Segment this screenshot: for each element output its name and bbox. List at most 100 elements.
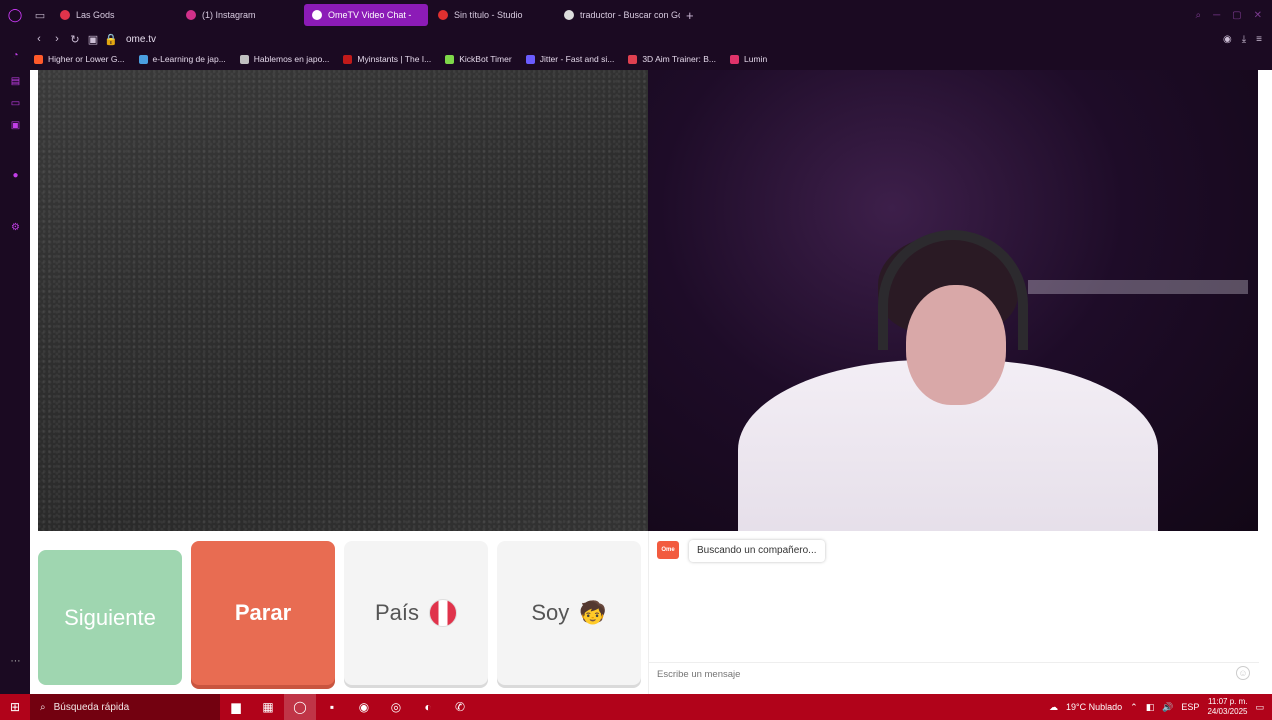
background-shelf	[1028, 280, 1248, 294]
bookmark-favicon	[525, 54, 535, 64]
emoji-icon[interactable]: ☺	[1236, 666, 1250, 680]
tab-favicon	[564, 10, 574, 20]
bookmark-label: e-Learning de jap...	[152, 54, 226, 64]
windows-taskbar: ⊞ ⌕ Búsqueda rápida ▆ ▦ ◯ ▪ ◉ ◎ ◐ ✆ ☁ 19°…	[0, 694, 1272, 720]
discord-icon[interactable]: ◐	[412, 694, 444, 720]
back-icon[interactable]: ‹	[30, 33, 48, 45]
bookmark-label: Myinstants | The I...	[357, 54, 432, 64]
bookmark-item[interactable]: KickBot Timer	[445, 54, 512, 64]
settings-icon[interactable]: ⚙	[10, 222, 21, 233]
opera-gx-taskbar-icon[interactable]: ◯	[284, 694, 316, 720]
profile-icon[interactable]: ◉	[1223, 34, 1232, 45]
tab-list-icon[interactable]: ▭	[30, 9, 50, 22]
messenger-icon[interactable]: ▭	[10, 98, 21, 109]
screen: ◯ ▭ Las Gods (1) Instagram OmeTV Video C…	[0, 0, 1272, 720]
bookmark-item[interactable]: Lumin	[730, 54, 767, 64]
clock-time: 11:07 p. m.	[1208, 697, 1248, 706]
tab-favicon	[60, 10, 70, 20]
whatsapp-icon[interactable]: ✆	[444, 694, 476, 720]
minimize-icon[interactable]: ─	[1213, 10, 1220, 21]
network-icon[interactable]: ◧	[1146, 702, 1155, 713]
bookmark-item[interactable]: Hablemos en japo...	[239, 54, 330, 64]
tab-bar: ◯ ▭ Las Gods (1) Instagram OmeTV Video C…	[0, 0, 1272, 30]
chevron-up-icon[interactable]: ⌃	[1130, 702, 1138, 713]
tab-studio[interactable]: Sin título - Studio	[430, 4, 554, 26]
browser-icon[interactable]: ◎	[380, 694, 412, 720]
volume-icon[interactable]: 🔊	[1162, 702, 1173, 713]
obs-icon[interactable]: ◉	[348, 694, 380, 720]
stop-button[interactable]: Parar	[191, 541, 335, 685]
next-label: Siguiente	[64, 604, 156, 630]
gender-label: Soy	[531, 600, 570, 625]
bookmark-item[interactable]: Higher or Lower G...	[34, 54, 125, 64]
taskbar-search[interactable]: ⌕ Búsqueda rápida	[30, 694, 220, 720]
chat-message-input[interactable]	[649, 662, 1259, 686]
peru-flag-icon	[429, 599, 458, 627]
gender-button[interactable]: Soy 🧒	[497, 541, 641, 685]
bookmark-item[interactable]: Myinstants | The I...	[343, 54, 431, 64]
tab-las-gods[interactable]: Las Gods	[52, 4, 176, 26]
new-tab-button[interactable]: +	[686, 8, 694, 23]
bookmark-item[interactable]: 3D Aim Trainer: B...	[628, 54, 716, 64]
chat-panel: Ome TV Buscando un compañero... ☺	[648, 531, 1259, 694]
bookmark-item[interactable]: Jitter - Fast and si...	[525, 54, 614, 64]
address-bar-actions: ◉ ⤓ ≡	[1223, 34, 1272, 45]
download-icon[interactable]: ⤓	[1242, 34, 1246, 45]
window-controls: ⌕ ─ ▢ ✕	[1195, 10, 1272, 21]
reload-icon[interactable]: ↻	[66, 33, 84, 46]
system-tray: ☁ 19°C Nublado ⌃ ◧ 🔊 ESP 11:07 p. m. 24/…	[1049, 697, 1272, 717]
search-icon[interactable]: ⌕	[1195, 10, 1201, 21]
bookmark-label: Hablemos en japo...	[253, 54, 330, 64]
menu-icon[interactable]: ≡	[1256, 34, 1262, 45]
tab-traductor[interactable]: traductor - Buscar con Go	[556, 4, 680, 26]
close-icon[interactable]: ✕	[1254, 10, 1262, 21]
search-icon: ⌕	[40, 701, 46, 713]
file-explorer-icon[interactable]: ▆	[220, 694, 252, 720]
player-icon[interactable]: ▣	[10, 120, 21, 131]
country-button[interactable]: País	[344, 541, 488, 685]
language-indicator[interactable]: ESP	[1181, 702, 1199, 712]
bookmark-label: KickBot Timer	[459, 54, 512, 64]
chat-status-message: Buscando un compañero...	[689, 540, 825, 562]
weather-text[interactable]: 19°C Nublado	[1066, 702, 1122, 712]
tab-ometv[interactable]: OmeTV Video Chat -	[304, 4, 428, 26]
bookmark-favicon	[138, 54, 148, 64]
workspace-icon[interactable]: ▤	[10, 76, 21, 87]
clock[interactable]: 11:07 p. m. 24/03/2025	[1207, 697, 1247, 717]
bookmark-favicon	[34, 54, 43, 64]
ometv-logo-icon: Ome TV	[657, 541, 679, 571]
url-field[interactable]: ome.tv	[126, 34, 156, 45]
boy-icon: 🧒	[579, 600, 607, 625]
camera-icon[interactable]: ▣	[84, 33, 102, 46]
bookmark-item[interactable]: e-Learning de jap...	[138, 54, 226, 64]
notification-icon[interactable]: ▭	[1255, 702, 1264, 713]
self-video	[648, 70, 1258, 531]
minecraft-icon[interactable]: ▦	[252, 694, 284, 720]
partner-video	[38, 70, 648, 531]
aria-icon[interactable]: ◔	[10, 50, 21, 61]
tab-label: (1) Instagram	[202, 10, 256, 20]
country-label: País	[374, 600, 420, 625]
bookmark-favicon	[628, 54, 638, 64]
maximize-icon[interactable]: ▢	[1232, 10, 1241, 21]
history-icon[interactable]: ●	[10, 170, 21, 181]
windows-start-icon[interactable]: ⊞	[0, 694, 30, 720]
tab-instagram[interactable]: (1) Instagram	[178, 4, 302, 26]
more-icon[interactable]: ⋯	[10, 656, 21, 667]
tab-label: OmeTV Video Chat -	[328, 10, 412, 20]
app-icon[interactable]: ▪	[316, 694, 348, 720]
stop-label: Parar	[234, 600, 292, 625]
forward-icon[interactable]: ›	[48, 33, 66, 45]
tab-favicon	[312, 10, 322, 20]
bookmark-favicon	[239, 54, 249, 64]
tab-label: Sin título - Studio	[454, 10, 523, 20]
next-button[interactable]: Siguiente	[38, 550, 182, 685]
bookmarks-bar: Higher or Lower G... e-Learning de jap..…	[30, 48, 1272, 70]
lock-icon: 🔒	[104, 33, 118, 46]
tab-label: Las Gods	[76, 10, 115, 20]
ometv-page: Siguiente Parar País Soy 🧒 Ome TV Buscand…	[30, 70, 1272, 694]
opera-logo-icon[interactable]: ◯	[0, 0, 30, 30]
tab-favicon	[186, 10, 196, 20]
clock-date: 24/03/2025	[1207, 707, 1248, 716]
tab-favicon	[438, 10, 448, 20]
